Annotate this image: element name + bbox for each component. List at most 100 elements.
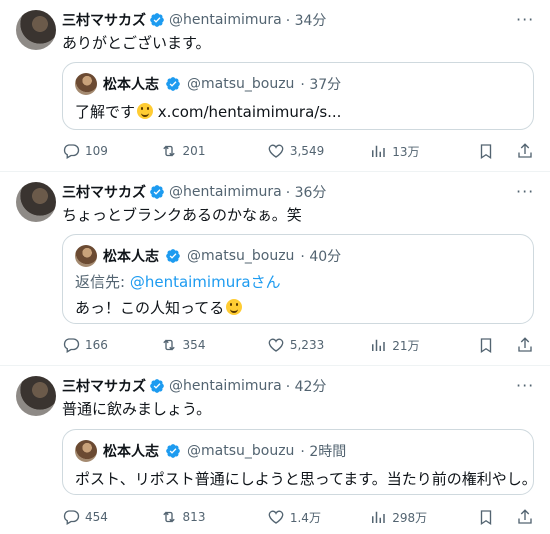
repost-button[interactable]: 201: [160, 142, 267, 160]
bookmark-button[interactable]: [477, 142, 500, 160]
quoted-avatar: [75, 245, 97, 267]
views-icon: [372, 145, 386, 157]
quoted-text: あっ！この人知ってる: [75, 299, 225, 317]
verified-badge-icon: [150, 379, 164, 393]
quoted-timestamp: · 37分: [300, 77, 342, 93]
timestamp[interactable]: · 34分: [286, 10, 327, 30]
like-count: 3,549: [289, 144, 325, 158]
heart-icon: [268, 144, 284, 158]
reply-count: 109: [85, 144, 108, 158]
tweet-header: 三村マサカズ @hentaimimura · 34分: [62, 10, 326, 30]
views-icon: [372, 511, 386, 523]
tweet-text: 普通に飲みましょう。: [62, 400, 212, 418]
tweet[interactable]: 三村マサカズ @hentaimimura · 34分 ··· ありがとございます…: [0, 0, 550, 172]
verified-badge-icon: [166, 77, 180, 91]
bookmark-button[interactable]: [477, 508, 500, 526]
author-handle[interactable]: @hentaimimura: [169, 12, 282, 28]
share-button[interactable]: [516, 508, 534, 526]
repost-icon: [162, 511, 175, 523]
heart-icon: [268, 510, 284, 524]
reply-prefix: 返信先:: [75, 273, 130, 291]
repost-button[interactable]: 354: [160, 336, 267, 354]
quoted-author-name: 松本人志: [103, 77, 159, 93]
quoted-author-handle: @matsu_bouzu: [187, 248, 295, 264]
action-bar: 109 201 3,549 13万: [62, 141, 534, 161]
quoted-text-line: ポスト、リポスト普通にしようと思ってます。当たり前の権利やし。: [75, 468, 537, 490]
like-button[interactable]: 1.4万: [267, 508, 369, 526]
replying-to: 返信先: @hentaimimuraさん: [75, 271, 521, 293]
quoted-link[interactable]: x.com/hentaimimura/s...: [158, 103, 342, 121]
avatar[interactable]: [16, 10, 56, 50]
like-button[interactable]: 5,233: [267, 336, 369, 354]
share-icon: [518, 337, 532, 352]
quoted-text-line: 了解です x.com/hentaimimura/s...: [75, 101, 521, 123]
author-handle[interactable]: @hentaimimura: [169, 378, 282, 394]
verified-badge-icon: [166, 249, 180, 263]
like-count: 5,233: [289, 338, 325, 352]
quoted-timestamp: · 2時間: [300, 444, 347, 460]
more-options-icon[interactable]: ···: [516, 376, 534, 396]
quoted-avatar: [75, 440, 97, 462]
share-button[interactable]: [516, 142, 534, 160]
view-count: 298万: [392, 510, 428, 525]
author-name[interactable]: 三村マサカズ: [62, 376, 146, 396]
tweet[interactable]: 三村マサカズ @hentaimimura · 42分 ··· 普通に飲みましょう…: [0, 366, 550, 534]
view-count: 13万: [392, 144, 420, 159]
avatar[interactable]: [16, 376, 56, 416]
quoted-tweet[interactable]: 松本人志 @matsu_bouzu · 2時間 ポスト、リポスト普通にしようと思…: [62, 429, 537, 495]
quoted-tweet-header: 松本人志 @matsu_bouzu · 37分: [75, 73, 521, 95]
views-button[interactable]: 298万: [369, 508, 476, 526]
quoted-text-line: あっ！この人知ってる: [75, 297, 521, 319]
tweet[interactable]: 三村マサカズ @hentaimimura · 36分 ··· ちょっとブランクあ…: [0, 172, 550, 366]
tweet-text: ありがとございます。: [62, 34, 211, 52]
quoted-text: 了解です: [75, 103, 136, 121]
quoted-tweet[interactable]: 松本人志 @matsu_bouzu · 40分 返信先: @hentaimimu…: [62, 234, 534, 324]
smile-emoji-icon: [226, 299, 243, 315]
verified-badge-icon: [150, 185, 164, 199]
smile-emoji-icon: [137, 103, 154, 119]
repost-count: 354: [182, 338, 206, 352]
reply-icon: [63, 510, 80, 525]
reply-mention-link[interactable]: @hentaimimuraさん: [130, 273, 281, 291]
repost-count: 813: [182, 510, 206, 524]
repost-icon: [162, 145, 175, 157]
more-options-icon[interactable]: ···: [516, 182, 534, 202]
views-button[interactable]: 13万: [369, 142, 476, 160]
repost-button[interactable]: 813: [160, 508, 267, 526]
heart-icon: [268, 338, 284, 352]
action-bar: 454 813 1.4万 298万: [62, 507, 534, 527]
author-handle[interactable]: @hentaimimura: [169, 184, 282, 200]
quoted-tweet-header: 松本人志 @matsu_bouzu · 2時間: [75, 440, 521, 462]
tweet-header: 三村マサカズ @hentaimimura · 36分: [62, 182, 326, 202]
like-button[interactable]: 3,549: [267, 142, 369, 160]
bookmark-button[interactable]: [477, 336, 500, 354]
author-name[interactable]: 三村マサカズ: [62, 182, 146, 202]
quoted-avatar: [75, 73, 97, 95]
reply-count: 166: [85, 338, 108, 352]
verified-badge-icon: [150, 13, 164, 27]
share-button[interactable]: [516, 336, 534, 354]
views-button[interactable]: 21万: [369, 336, 476, 354]
views-icon: [372, 339, 386, 351]
share-icon: [518, 509, 532, 524]
quoted-tweet[interactable]: 松本人志 @matsu_bouzu · 37分 了解です x.com/henta…: [62, 62, 534, 130]
author-name[interactable]: 三村マサカズ: [62, 10, 146, 30]
verified-badge-icon: [166, 444, 180, 458]
reply-button[interactable]: 454: [62, 508, 160, 526]
bookmark-icon: [480, 144, 491, 160]
reply-icon: [63, 338, 80, 353]
like-count: 1.4万: [289, 510, 321, 525]
timestamp[interactable]: · 36分: [286, 182, 327, 202]
quoted-author-name: 松本人志: [103, 444, 159, 460]
reply-button[interactable]: 109: [62, 142, 160, 160]
avatar[interactable]: [16, 182, 56, 222]
bookmark-icon: [480, 510, 491, 526]
view-count: 21万: [392, 338, 420, 353]
timestamp[interactable]: · 42分: [286, 376, 327, 396]
action-bar: 166 354 5,233 21万: [62, 335, 534, 355]
reply-button[interactable]: 166: [62, 336, 160, 354]
more-options-icon[interactable]: ···: [516, 10, 534, 30]
tweet-text: ちょっとブランクあるのかなぁ。笑: [62, 206, 302, 224]
quoted-author-name: 松本人志: [103, 249, 159, 265]
reply-count: 454: [85, 510, 108, 524]
